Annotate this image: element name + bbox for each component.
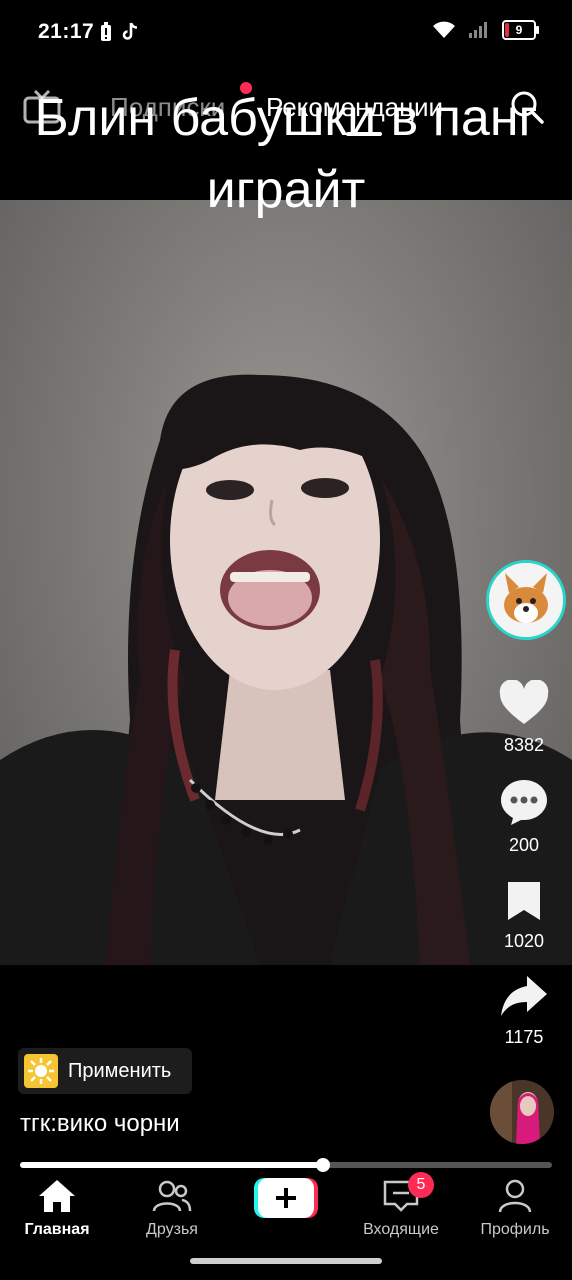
tiktok-icon: [122, 22, 138, 40]
apply-effect-button[interactable]: Применить: [18, 1048, 192, 1094]
home-icon: [39, 1180, 75, 1212]
profile-icon: [498, 1179, 532, 1213]
post-description[interactable]: тгк:вико чорни: [20, 1110, 180, 1138]
nav-profile-label: Профиль: [480, 1221, 550, 1238]
music-disc[interactable]: [490, 1080, 554, 1144]
comment-icon: [501, 780, 547, 825]
comment-button[interactable]: 200: [496, 778, 552, 856]
caption-line-2: играйт: [206, 161, 366, 219]
wifi-icon: [433, 21, 455, 38]
nav-inbox[interactable]: Входящие: [346, 1178, 456, 1239]
status-time: 21:17: [38, 20, 95, 43]
friends-icon: [152, 1180, 192, 1212]
effect-icon: [24, 1054, 58, 1088]
tab-recommendations[interactable]: Рекомендации: [266, 92, 443, 123]
like-count: 8382: [503, 735, 545, 755]
top-nav: Подписки Рекомендации: [0, 78, 572, 138]
nav-inbox-label: Входящие: [363, 1221, 439, 1238]
status-bar: 21:17 9: [0, 0, 572, 64]
battery-icon: 9: [502, 20, 539, 40]
search-icon[interactable]: [508, 88, 546, 131]
create-button[interactable]: [254, 1176, 318, 1220]
creator-avatar[interactable]: [486, 560, 566, 640]
corgi-avatar-image: [489, 563, 563, 637]
battery-fill: [505, 23, 509, 37]
like-button[interactable]: 8382: [496, 679, 552, 756]
nav-home-label: Главная: [24, 1221, 90, 1238]
nav-friends[interactable]: Друзья: [117, 1178, 227, 1239]
tab-subscriptions[interactable]: Подписки: [110, 92, 225, 123]
nav-friends-label: Друзья: [146, 1221, 198, 1238]
save-count: 1020: [503, 931, 545, 951]
notification-dot: [240, 82, 252, 94]
battery-level: 9: [515, 23, 523, 37]
share-icon: [501, 976, 547, 1016]
video-frame: [0, 374, 572, 965]
heart-icon: [499, 679, 549, 724]
video-player[interactable]: [0, 200, 572, 965]
comment-count: 200: [508, 835, 540, 855]
plus-icon: [254, 1178, 318, 1218]
share-button[interactable]: 1175: [496, 974, 552, 1048]
music-cover-image: [490, 1080, 554, 1144]
progress-handle[interactable]: [316, 1158, 330, 1172]
save-button[interactable]: 1020: [496, 880, 552, 952]
home-indicator[interactable]: [190, 1258, 382, 1264]
live-tv-icon[interactable]: [22, 89, 62, 129]
signal-icon: [469, 22, 487, 38]
nav-profile[interactable]: Профиль: [460, 1178, 570, 1239]
apply-effect-label: Применить: [68, 1059, 172, 1082]
bookmark-icon: [508, 882, 540, 920]
progress-fill: [20, 1162, 323, 1168]
battery-alert-icon: [101, 22, 111, 41]
nav-home[interactable]: Главная: [2, 1178, 112, 1239]
inbox-badge: 5: [408, 1172, 434, 1198]
active-tab-indicator: [346, 132, 382, 136]
share-count: 1175: [504, 1027, 544, 1047]
